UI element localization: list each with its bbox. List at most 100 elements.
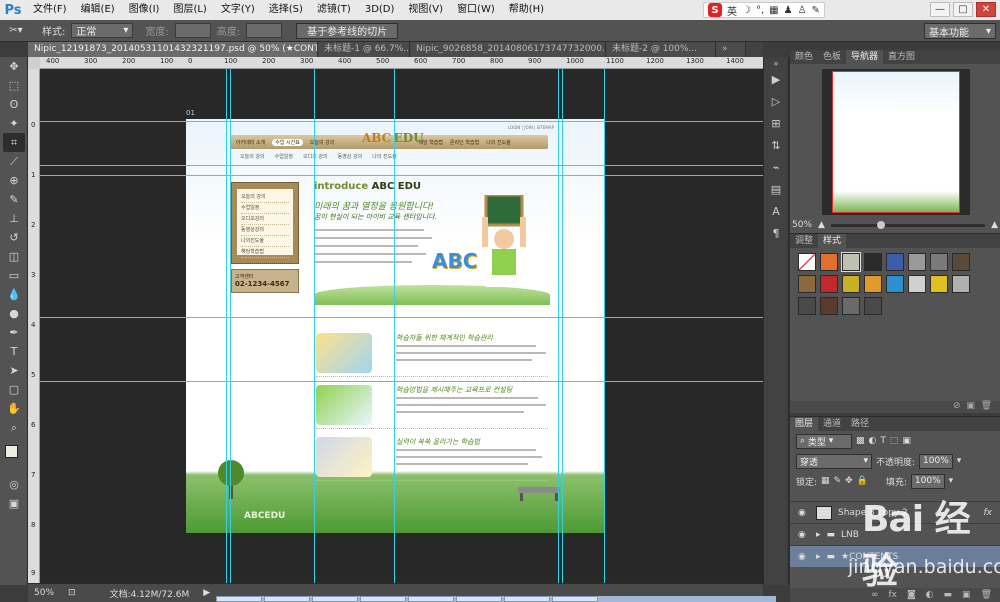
actions-icon[interactable]: ⊞ — [765, 113, 787, 133]
style-swatch[interactable] — [820, 297, 838, 315]
layer-filter-select[interactable]: ⌕ 类型 ▾ — [796, 433, 852, 449]
menu-image[interactable]: 图像(I) — [122, 0, 167, 20]
brush-icon[interactable]: ⌁ — [765, 157, 787, 177]
tab-styles[interactable]: 样式 — [818, 234, 847, 248]
menu-layer[interactable]: 图层(L) — [166, 0, 213, 20]
ime-user-icon[interactable]: ♟ — [784, 5, 793, 16]
guide-line[interactable] — [314, 69, 315, 583]
maximize-button[interactable]: □ — [953, 2, 973, 17]
play-icon[interactable]: ▶ — [765, 69, 787, 89]
lock-pixels-icon[interactable]: ▦ — [821, 476, 830, 486]
guide-line[interactable] — [40, 121, 763, 122]
style-select[interactable]: 正常 ▾ — [71, 23, 134, 38]
paragraph-icon[interactable]: ¶ — [765, 223, 787, 243]
taskbar-item[interactable] — [264, 596, 310, 602]
ime-punct-icon[interactable]: °, — [756, 5, 764, 16]
style-swatch[interactable] — [952, 275, 970, 293]
status-menu-icon[interactable]: ▶ — [203, 588, 210, 598]
quick-mask-icon[interactable]: ◎ — [3, 475, 25, 494]
guide-line[interactable] — [40, 317, 763, 318]
eye-icon[interactable]: ◉ — [798, 508, 810, 518]
no-style-icon[interactable]: ⊘ — [953, 401, 961, 411]
sogou-icon[interactable]: S — [708, 3, 722, 17]
magic-wand-tool-icon[interactable]: ✦ — [3, 114, 25, 133]
guide-line[interactable] — [230, 69, 231, 583]
filter-adjust-icon[interactable]: ◐ — [869, 436, 877, 446]
close-button[interactable]: ✕ — [976, 2, 996, 17]
chevron-down-icon[interactable]: ▾ — [957, 456, 962, 466]
chevron-right-icon[interactable]: ▸ — [816, 530, 821, 540]
tab-document-3[interactable]: Nipic_9026858_20140806173747732000.psd× — [410, 42, 606, 57]
guide-line[interactable] — [40, 165, 763, 166]
height-input[interactable] — [246, 23, 283, 38]
lasso-tool-icon[interactable]: ʘ — [3, 95, 25, 114]
shape-tool-icon[interactable]: ▢ — [3, 380, 25, 399]
ime-toolbar[interactable]: S 英 ☽ °, ▦ ♟ ♙ ✎ — [703, 2, 825, 18]
ime-moon-icon[interactable]: ☽ — [742, 5, 751, 16]
guide-line[interactable] — [604, 69, 605, 583]
horizontal-ruler[interactable]: 400 300 200 100 0 100 200 300 400 500 60… — [40, 57, 763, 69]
style-swatch[interactable] — [842, 275, 860, 293]
tab-document-1[interactable]: Nipic_12191873_20140531101432321197.psd … — [28, 42, 318, 57]
width-input[interactable] — [174, 23, 211, 38]
style-swatch[interactable] — [930, 253, 948, 271]
eraser-tool-icon[interactable]: ◫ — [3, 247, 25, 266]
taskbar-item[interactable] — [504, 596, 550, 602]
hand-tool-icon[interactable]: ✋ — [3, 399, 25, 418]
zoom-out-icon[interactable]: ▲ — [818, 220, 825, 230]
tab-document-2[interactable]: 未标题-1 @ 66.7%... — [318, 42, 410, 57]
taskbar-item[interactable] — [408, 596, 454, 602]
style-swatch[interactable] — [930, 275, 948, 293]
status-info-icon[interactable]: ⊡ — [68, 588, 76, 598]
trash-icon[interactable]: 🗑 — [981, 401, 992, 411]
guide-line[interactable] — [40, 381, 763, 382]
tab-color[interactable]: 颜色 — [790, 50, 818, 64]
guide-line[interactable] — [226, 69, 227, 583]
opacity-input[interactable]: 100% — [919, 453, 953, 469]
slices-from-guides-button[interactable]: 基于参考线的切片 — [296, 22, 399, 39]
marquee-tool-icon[interactable]: ⬚ — [3, 76, 25, 95]
slider-knob[interactable] — [877, 220, 886, 229]
ime-language[interactable]: 英 — [727, 3, 737, 18]
lock-all-icon[interactable]: 🔒 — [857, 476, 868, 486]
document-canvas[interactable]: LOGIN | JOIN | SITEMAP 아카데미 소개 수업 시간표 오늘… — [186, 119, 604, 533]
adjust-icon[interactable]: ⇅ — [765, 135, 787, 155]
crop-tool-icon[interactable]: ⌗ — [3, 133, 25, 152]
minimize-button[interactable]: — — [930, 2, 950, 17]
fill-input[interactable]: 100% — [910, 473, 945, 489]
style-swatch[interactable] — [841, 252, 861, 272]
eye-icon[interactable]: ◉ — [798, 530, 810, 540]
slice-tool-icon[interactable]: ✂▾ — [6, 25, 26, 36]
style-swatch[interactable] — [864, 275, 882, 293]
tab-layers[interactable]: 图层 — [790, 417, 819, 431]
tab-document-4[interactable]: 未标题-2 @ 100%... — [606, 42, 716, 57]
panel-toggle-icon[interactable]: » — [765, 59, 787, 68]
ime-tool-icon[interactable]: ✎ — [812, 5, 820, 16]
menu-edit[interactable]: 编辑(E) — [74, 0, 122, 20]
eye-icon[interactable]: ◉ — [798, 552, 810, 562]
taskbar-item[interactable] — [552, 596, 598, 602]
style-swatch[interactable] — [820, 253, 838, 271]
style-swatch[interactable] — [798, 297, 816, 315]
navigator-zoom-slider[interactable] — [830, 220, 986, 229]
lock-paint-icon[interactable]: ✎ — [834, 476, 842, 486]
blur-tool-icon[interactable]: 💧 — [3, 285, 25, 304]
guide-line[interactable] — [562, 69, 563, 583]
taskbar-item[interactable] — [360, 596, 406, 602]
style-swatch[interactable] — [842, 297, 860, 315]
tab-channels[interactable]: 通道 — [818, 417, 846, 431]
menu-filter[interactable]: 滤镜(T) — [310, 0, 358, 20]
taskbar-item[interactable] — [216, 596, 262, 602]
taskbar-item[interactable] — [312, 596, 358, 602]
blend-mode-select[interactable]: 穿透 ▾ — [796, 453, 872, 469]
menu-file[interactable]: 文件(F) — [26, 0, 74, 20]
filter-shape-icon[interactable]: ⬚ — [890, 436, 899, 446]
lock-move-icon[interactable]: ✥ — [845, 476, 853, 486]
type-tool-icon[interactable]: T — [3, 342, 25, 361]
style-swatch[interactable] — [798, 253, 816, 271]
ime-shirt-icon[interactable]: ♙ — [798, 5, 807, 16]
healing-brush-tool-icon[interactable]: ⊕ — [3, 171, 25, 190]
pen-tool-icon[interactable]: ✒ — [3, 323, 25, 342]
canvas-area[interactable]: 01 LOGIN | JOIN | SITEMAP 아카데미 소개 수업 시간표… — [40, 69, 763, 583]
tab-overflow[interactable]: » — [716, 42, 746, 57]
